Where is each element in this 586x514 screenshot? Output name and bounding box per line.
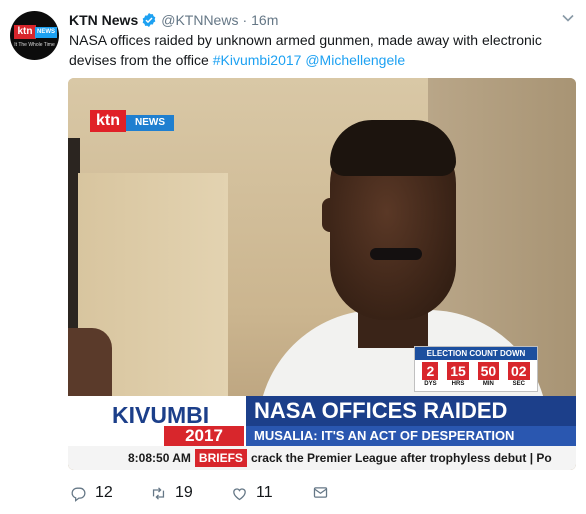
media-speaker-mustache <box>370 248 422 260</box>
direct-message-icon <box>313 487 328 498</box>
retweet-button[interactable]: 19 <box>150 484 193 502</box>
countdown-unit: MIN <box>482 381 494 387</box>
mention-link[interactable]: @Michellengele <box>305 52 405 68</box>
avatar[interactable]: ktn NEWS It The Whole Time <box>10 11 59 60</box>
avatar-logo-ktn: ktn <box>14 25 36 39</box>
lower-third-kivumbi: KIVUMBI <box>112 402 210 428</box>
channel-logo: ktn NEWS <box>90 110 174 132</box>
tweet[interactable]: ktn NEWS It The Whole Time KTN News @KTN… <box>0 0 586 514</box>
reply-icon <box>71 487 86 502</box>
countdown-days: 2 DYS <box>422 362 439 388</box>
news-lower-third: KIVUMBI 2017 NASA OFFICES RAIDED MUSALIA… <box>68 396 576 446</box>
tweet-media-image[interactable]: ktn NEWS ELECTION COUNT DOWN 2 DYS 15 HR… <box>68 78 576 470</box>
countdown-number: 50 <box>477 362 500 380</box>
like-button[interactable]: 11 <box>231 484 273 502</box>
avatar-logo-news: NEWS <box>35 27 57 38</box>
reply-count: 12 <box>95 484 113 501</box>
countdown-minutes: 50 MIN <box>477 362 500 388</box>
lower-third-tag: KIVUMBI 2017 <box>68 396 246 446</box>
countdown-unit: DYS <box>424 381 437 387</box>
ticker-text: crack the Premier League after trophyles… <box>250 451 552 465</box>
like-count: 11 <box>256 484 273 501</box>
retweet-count: 19 <box>175 484 193 501</box>
countdown-number: 15 <box>447 362 469 380</box>
election-countdown: ELECTION COUNT DOWN 2 DYS 15 HRS 50 MIN … <box>414 346 538 392</box>
news-ticker: 8:08:50 AM BRIEFS crack the Premier Leag… <box>68 446 576 470</box>
lower-third-subheadline: MUSALIA: IT'S AN ACT OF DESPERATION <box>246 426 576 446</box>
tweet-text: NASA offices raided by unknown armed gun… <box>69 30 569 70</box>
countdown-title: ELECTION COUNT DOWN <box>415 347 537 360</box>
channel-logo-news: NEWS <box>126 115 174 131</box>
hashtag-link[interactable]: #Kivumbi2017 <box>213 52 302 68</box>
author-handle[interactable]: @KTNNews <box>161 12 238 28</box>
ticker-label: BRIEFS <box>194 449 247 467</box>
like-icon <box>233 487 246 500</box>
direct-message-button[interactable] <box>312 484 329 501</box>
countdown-unit: HRS <box>451 381 465 387</box>
countdown-number: 02 <box>508 362 530 380</box>
countdown-hours: 15 HRS <box>447 362 469 388</box>
avatar-logo-tagline: It The Whole Time <box>14 42 55 48</box>
channel-logo-ktn: ktn <box>90 110 126 132</box>
countdown-unit: SEC <box>512 381 525 387</box>
media-speaker-hair <box>330 120 456 176</box>
lower-third-headline: NASA OFFICES RAIDED <box>246 396 576 426</box>
countdown-row: 2 DYS 15 HRS 50 MIN 02 SEC <box>415 360 537 388</box>
author-name[interactable]: KTN News <box>69 12 138 28</box>
tweet-header: KTN News @KTNNews · 16m <box>69 10 278 30</box>
reply-button[interactable]: 12 <box>70 484 113 502</box>
caret-down-icon[interactable] <box>562 14 574 22</box>
tweet-timestamp[interactable]: 16m <box>251 12 278 28</box>
lower-third-year: 2017 <box>164 426 244 446</box>
countdown-seconds: 02 SEC <box>508 362 530 388</box>
retweet-icon <box>152 486 165 500</box>
verified-badge-icon <box>142 13 156 27</box>
countdown-number: 2 <box>422 362 439 380</box>
header-separator: · <box>242 12 248 28</box>
ticker-time: 8:08:50 AM <box>128 451 191 465</box>
